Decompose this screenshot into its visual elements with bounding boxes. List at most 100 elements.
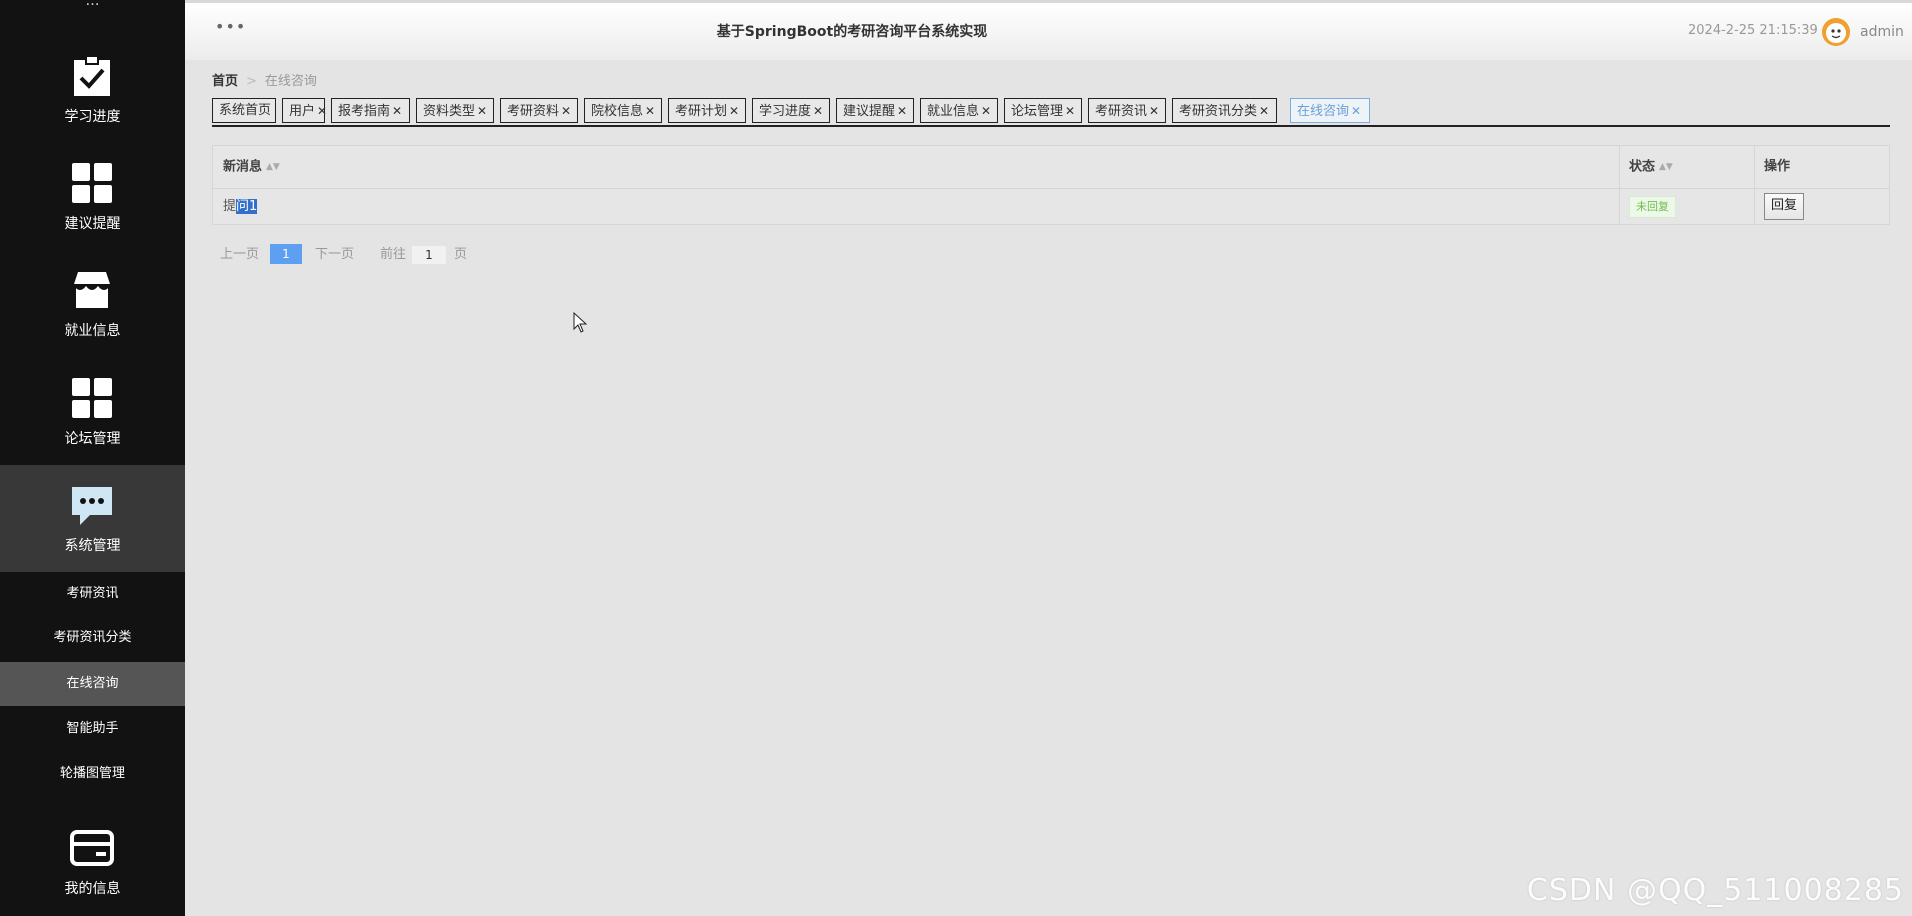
tab-exam-guide[interactable]: 报考指南 ✕ [331,98,410,123]
grid-icon [72,163,112,203]
tab-kaoyan-news-category[interactable]: 考研资讯分类 ✕ [1172,98,1277,123]
clipboard-check-icon [74,55,110,96]
tab-kaoyan-plan[interactable]: 考研计划 ✕ [668,98,746,123]
close-icon[interactable]: ✕ [317,104,327,118]
sidebar-item-system-management[interactable]: 系统管理 [0,465,185,572]
tab-kaoyan-news[interactable]: 考研资讯 ✕ [1088,98,1166,123]
status-badge: 未回复 [1629,196,1676,218]
consult-table: 新消息 ▲▼ 状态 ▲▼ 操作 提问1 未回复 回复 [212,145,1890,225]
table-header-row: 新消息 ▲▼ 状态 ▲▼ 操作 [213,146,1889,189]
tab-label: 学习进度 [759,104,812,119]
close-icon[interactable]: ✕ [561,104,571,118]
sort-icon[interactable]: ▲▼ [1659,162,1673,172]
sidebar-sub-carousel-management[interactable]: 轮播图管理 [0,752,185,796]
grid-icon [72,378,112,418]
goto-label: 前往 [380,247,407,262]
tab-label: 考研资料 [507,104,560,119]
sidebar-item-forum-management[interactable]: 论坛管理 [0,358,185,465]
column-divider [1619,188,1620,225]
shop-icon [74,272,110,308]
header-message[interactable]: 新消息 ▲▼ [223,146,1523,188]
close-icon[interactable]: ✕ [897,104,907,118]
sort-icon[interactable]: ▲▼ [266,162,280,172]
tab-online-consult[interactable]: 在线咨询 ✕ [1290,98,1370,123]
header-message-label: 新消息 [223,159,263,175]
close-icon[interactable]: ✕ [813,104,823,118]
tab-label: 考研资讯 [1095,104,1148,119]
close-icon[interactable]: ✕ [477,104,487,118]
header-status[interactable]: 状态 ▲▼ [1629,146,1739,188]
tab-label: 论坛管理 [1011,104,1064,119]
column-divider [1754,146,1755,188]
mouse-cursor-icon [573,312,588,333]
tab-label: 在线咨询 [1297,104,1350,119]
sidebar-sub-smart-assistant[interactable]: 智能助手 [0,707,185,751]
sidebar-item-label: 就业信息 [64,323,121,339]
breadcrumb-home[interactable]: 首页 [212,74,238,89]
sidebar: … 学习进度 建议提醒 就业信息 论坛管理 系统管理 考研资讯 考研资讯分类 在… [0,0,185,916]
column-divider [1619,146,1620,188]
message-text-selected: 问1 [236,199,258,214]
header-datetime: 2024-2-25 21:15:39 [1688,23,1818,38]
close-icon[interactable]: ✕ [981,104,991,118]
sidebar-sub-kaoyan-news-category[interactable]: 考研资讯分类 [0,616,185,660]
status-cell: 未回复 [1629,188,1739,225]
close-icon[interactable]: ✕ [1351,104,1361,118]
reply-button[interactable]: 回复 [1764,193,1804,220]
tab-suggestion-reminder[interactable]: 建议提醒 ✕ [836,98,914,123]
page-number-current[interactable]: 1 [270,244,302,264]
tab-employment-info[interactable]: 就业信息 ✕ [920,98,998,123]
close-icon[interactable]: ✕ [392,104,402,118]
watermark: CSDN @QQ_511008285 [1526,873,1904,908]
tab-user[interactable]: 用户 ✕ [282,98,327,123]
page-suffix: 页 [454,247,468,262]
next-page-button[interactable]: 下一页 [315,244,354,266]
avatar[interactable] [1822,18,1850,46]
sidebar-sub-kaoyan-news[interactable]: 考研资讯 [0,572,185,616]
sidebar-item-label: 系统管理 [64,538,121,554]
top-header: ••• 基于SpringBoot的考研咨询平台系统实现 2024-2-25 21… [185,0,1912,60]
tab-label: 考研资讯分类 [1179,104,1258,119]
tab-kaoyan-material[interactable]: 考研资料 ✕ [500,98,578,123]
tab-study-progress[interactable]: 学习进度 ✕ [752,98,830,123]
sidebar-item-study-progress[interactable]: 学习进度 [0,36,185,143]
message-cell[interactable]: 提问1 [223,188,1523,225]
tab-college-info[interactable]: 院校信息 ✕ [584,98,662,123]
sidebar-item-label: 建议提醒 [64,216,121,232]
tab-label: 报考指南 [338,104,391,119]
tab-system-home[interactable]: 系统首页 [212,98,276,123]
close-icon[interactable]: ✕ [729,104,739,118]
app-title: 基于SpringBoot的考研咨询平台系统实现 [716,24,988,40]
tab-label: 建议提醒 [843,104,896,119]
sidebar-sub-online-consult[interactable]: 在线咨询 [0,662,185,706]
sidebar-item-cut-off[interactable]: … [0,0,185,16]
tab-forum-management[interactable]: 论坛管理 ✕ [1004,98,1082,123]
chat-icon [72,487,112,525]
tab-label: 系统首页 [219,103,272,118]
tab-label: 就业信息 [927,104,980,119]
sidebar-item-employment-info[interactable]: 就业信息 [0,250,185,357]
close-icon[interactable]: ✕ [645,104,655,118]
sidebar-item-label: 学习进度 [64,109,121,125]
breadcrumb-current: 在线咨询 [264,74,317,89]
header-username[interactable]: admin [1860,24,1904,40]
table-row[interactable]: 提问1 未回复 回复 [213,188,1889,225]
goto-page-input[interactable]: 1 [412,246,446,264]
sidebar-item-label: 我的信息 [64,881,121,897]
tab-label: 用户 [289,104,316,119]
sidebar-item-label: 论坛管理 [64,431,121,447]
tab-label: 考研计划 [675,104,728,119]
header-status-label: 状态 [1629,159,1656,175]
sidebar-item-suggestion-reminder[interactable]: 建议提醒 [0,143,185,250]
message-text: 提 [223,199,237,214]
tab-label: 资料类型 [423,104,476,119]
header-action: 操作 [1764,159,1791,174]
tab-material-type[interactable]: 资料类型 ✕ [416,98,494,123]
tab-bar: 系统首页 用户 ✕ 报考指南 ✕ 资料类型 ✕ 考研资料 ✕ 院校信息 ✕ 考研计划 ✕ 学… [212,98,1890,127]
sidebar-item-my-info[interactable]: 我的信息 [0,808,185,915]
breadcrumb: 首页 > 在线咨询 [212,70,317,89]
close-icon[interactable]: ✕ [1259,104,1269,118]
close-icon[interactable]: ✕ [1065,104,1075,118]
close-icon[interactable]: ✕ [1149,104,1159,118]
prev-page-button[interactable]: 上一页 [220,244,259,266]
